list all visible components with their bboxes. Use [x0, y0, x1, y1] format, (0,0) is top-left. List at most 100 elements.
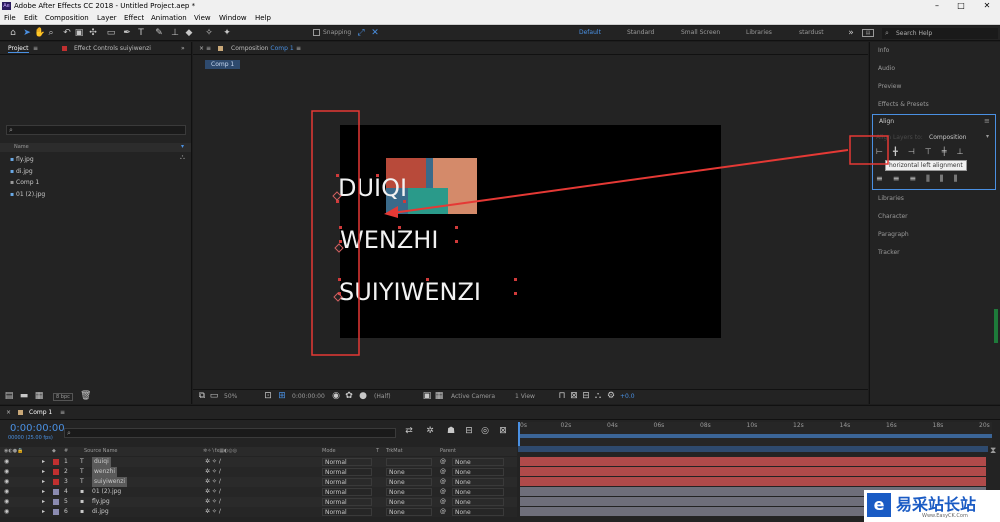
search-help-box[interactable]: ⌕ Search Help — [882, 28, 998, 39]
pickwhip-icon[interactable]: @ — [440, 477, 446, 487]
resolution-select[interactable]: (Half) — [374, 393, 391, 400]
mode-select[interactable]: Normal — [322, 478, 372, 486]
list-item[interactable]: ▪ di.jpg — [10, 166, 45, 178]
workspace-stardust[interactable]: stardust — [799, 29, 824, 36]
distribute-h-center-icon[interactable]: ⫼ — [940, 174, 954, 183]
layer-row[interactable]: ◉ ▸ 6 ▪ di.jpg ✲ ✧ ∕ Normal None @ None — [0, 507, 517, 517]
motion-blur-icon[interactable]: ◎ — [480, 426, 490, 436]
views-select[interactable]: 1 View — [515, 393, 535, 400]
menu-layer[interactable]: Layer — [97, 14, 117, 22]
layer-row[interactable]: ◉ ▸ 2 Twenzhi ✲ ✧ ∕ Normal None @ None — [0, 467, 517, 477]
interpret-footage-icon[interactable]: ▤ — [4, 391, 14, 401]
rectangle-tool-icon[interactable]: ▭ — [106, 28, 116, 38]
playhead[interactable] — [518, 422, 520, 446]
layer-text-suiyiwenzi[interactable]: SUIYIWENZI — [339, 278, 481, 306]
new-folder-icon[interactable]: ▬ — [19, 391, 29, 401]
menu-composition[interactable]: Composition — [45, 14, 89, 22]
panel-audio[interactable]: Audio — [878, 65, 895, 72]
layer-name[interactable]: di.jpg — [92, 507, 109, 517]
pickwhip-icon[interactable]: @ — [440, 507, 446, 517]
tab-project[interactable]: Project — [8, 45, 29, 53]
parent-select[interactable]: None — [452, 458, 504, 466]
tab-comp-1[interactable]: Comp 1 — [29, 409, 52, 416]
parent-select[interactable]: None — [452, 468, 504, 476]
layer-duration-bar[interactable] — [520, 477, 986, 486]
camera-tool-icon[interactable]: ▣ — [74, 28, 84, 38]
panel-overflow-icon[interactable]: » — [181, 45, 185, 52]
expand-icon[interactable]: ▸ — [42, 467, 45, 477]
workspace-standard[interactable]: Standard — [627, 29, 654, 36]
mode-select[interactable]: Normal — [322, 468, 372, 476]
workspace-default[interactable]: Default — [579, 29, 601, 36]
column-t[interactable]: T — [376, 447, 379, 456]
panel-info[interactable]: Info — [878, 47, 889, 54]
layer-duration-bar[interactable] — [520, 467, 986, 476]
expand-icon[interactable]: ▸ — [42, 477, 45, 487]
layer-row[interactable]: ◉ ▸ 1 Tduiqi ✲ ✧ ∕ Normal @ None — [0, 457, 517, 467]
distribute-bottom-icon[interactable]: ≡ — [909, 174, 926, 183]
expand-icon[interactable]: ▸ — [42, 497, 45, 507]
sync-icon[interactable]: ▤ — [862, 29, 874, 37]
label-color[interactable] — [53, 509, 59, 515]
shy-layers-icon[interactable]: ☗ — [446, 426, 456, 436]
close-icon[interactable]: × — [6, 409, 11, 416]
align-right-icon[interactable]: ⊣ — [908, 147, 925, 156]
mode-select[interactable]: Normal — [322, 458, 372, 466]
show-snapshot-icon[interactable]: ✿ — [344, 391, 354, 401]
panel-paragraph[interactable]: Paragraph — [878, 231, 909, 238]
visibility-icon[interactable]: ◉ — [4, 497, 9, 507]
frame-blending-icon[interactable]: ⊟ — [464, 426, 474, 436]
label-color[interactable] — [53, 479, 59, 485]
menu-window[interactable]: Window — [219, 14, 247, 22]
layer-name[interactable]: fly.jpg — [92, 497, 110, 507]
camera-select[interactable]: Active Camera — [451, 393, 495, 400]
expand-icon[interactable]: ▸ — [42, 457, 45, 467]
fit-icon[interactable]: ⊡ — [263, 391, 273, 401]
panel-menu-icon[interactable]: ≡ — [33, 45, 38, 52]
panel-preview[interactable]: Preview — [878, 83, 901, 90]
draft-3d-icon[interactable]: ✲ — [425, 426, 435, 436]
mode-select[interactable]: Normal — [322, 508, 372, 516]
snapshot-icon[interactable]: ◉ — [331, 391, 341, 401]
distribute-top-icon[interactable]: ≡ — [876, 174, 893, 183]
home-icon[interactable]: ⌂ — [8, 28, 18, 38]
align-h-center-icon[interactable]: ╋ — [893, 147, 908, 156]
pickwhip-icon[interactable]: @ — [440, 467, 446, 477]
expand-icon[interactable]: ▸ — [42, 487, 45, 497]
distribute-v-center-icon[interactable]: ≡ — [893, 174, 910, 183]
maximize-icon[interactable]: □ — [950, 0, 972, 12]
mode-select[interactable]: Normal — [322, 498, 372, 506]
timeline-search-input[interactable]: ⌕ — [64, 428, 396, 438]
trkmat-select[interactable]: None — [386, 498, 432, 506]
column-trkmat[interactable]: TrkMat — [386, 447, 403, 456]
zoom-select[interactable]: 50% — [224, 393, 237, 400]
layer-text-duiqi[interactable]: DUIQI — [338, 174, 407, 202]
flowchart-icon[interactable]: ⛬ — [180, 153, 185, 162]
switches-icons[interactable]: ✲ ✧ ∕ — [205, 477, 221, 487]
workspace-small-screen[interactable]: Small Screen — [681, 29, 720, 36]
panel-menu-icon[interactable]: ≡ — [984, 117, 990, 125]
visibility-icon[interactable]: ◉ — [4, 477, 9, 487]
layer-text-wenzhi[interactable]: WENZHI — [340, 226, 438, 254]
grid-icon[interactable]: ⊞ — [277, 391, 287, 401]
distribute-right-icon[interactable]: ⫼ — [953, 174, 967, 183]
pickwhip-icon[interactable]: @ — [440, 497, 446, 507]
panel-character[interactable]: Character — [878, 213, 908, 220]
project-search-input[interactable]: ⌕ — [6, 125, 186, 135]
transparency-grid-icon[interactable]: ▦ — [434, 391, 444, 401]
panel-menu-icon[interactable]: ≡ — [60, 409, 65, 416]
switches-icons[interactable]: ✲ ✧ ∕ — [205, 497, 221, 507]
column-name[interactable]: Name — [14, 144, 29, 150]
puppet-tool-icon[interactable]: ✦ — [222, 28, 232, 38]
align-v-center-icon[interactable]: ╪ — [942, 147, 957, 156]
layer-row[interactable]: ◉ ▸ 3 Tsuiyiwenzi ✲ ✧ ∕ Normal None @ None — [0, 477, 517, 487]
switches-icons[interactable]: ✲ ✧ ∕ — [205, 457, 221, 467]
close-icon[interactable]: ✕ — [976, 0, 998, 12]
snap-feature-icon[interactable]: ✕ — [370, 28, 380, 38]
minimize-icon[interactable]: – — [926, 0, 948, 12]
always-preview-icon[interactable]: ⧉ — [197, 391, 207, 401]
menu-animation[interactable]: Animation — [151, 14, 187, 22]
bpc-button[interactable]: 8 bpc — [53, 393, 73, 401]
column-source-name[interactable]: Source Name — [84, 447, 118, 456]
panel-effects-presets[interactable]: Effects & Presets — [878, 101, 929, 108]
